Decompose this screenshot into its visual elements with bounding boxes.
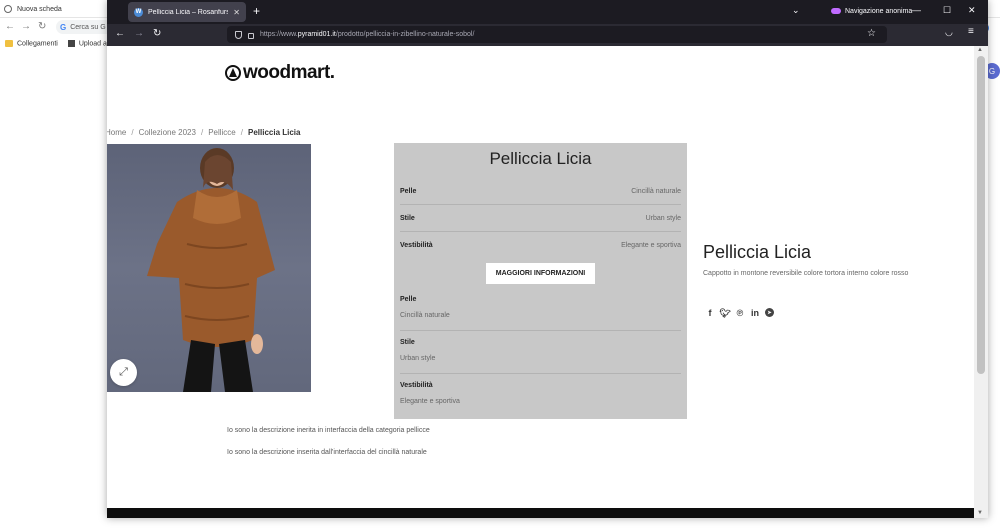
reload-button[interactable]: ↻: [153, 27, 161, 41]
background-omnibox-text: Cerca su G: [70, 23, 106, 31]
attribute-key: Stile: [400, 339, 415, 346]
telegram-icon[interactable]: ➤: [765, 308, 774, 317]
private-mask-icon: [831, 8, 841, 14]
back-button[interactable]: ←: [115, 27, 125, 41]
reload-icon[interactable]: ↻: [38, 21, 46, 33]
tracking-protection-shield-icon[interactable]: [235, 30, 242, 39]
logo-mark-icon: [225, 65, 241, 81]
attribute-key: Stile: [400, 215, 415, 222]
attribute-value: Elegante e sportiva: [400, 398, 460, 405]
list-tabs-icon[interactable]: ⌄: [792, 5, 800, 16]
new-tab-button[interactable]: +: [253, 4, 260, 18]
bookmark-star-icon[interactable]: ☆: [867, 27, 876, 41]
google-icon: G: [60, 22, 67, 32]
attribute-key: Pelle: [400, 296, 417, 303]
attribute-row: Pelle Cincillà naturale: [400, 178, 681, 205]
qr-code-icon: [67, 40, 75, 48]
chrome-tab-icon: [4, 5, 12, 13]
forward-button[interactable]: →: [134, 27, 144, 41]
minimize-button[interactable]: —: [912, 4, 921, 16]
back-arrow-icon[interactable]: ←: [5, 21, 15, 33]
private-browsing-label: Navigazione anonima: [845, 7, 913, 15]
product-title: Pelliccia Licia: [703, 242, 812, 262]
breadcrumb: Home / Collezione 2023 / Pellicce / Pell…: [107, 128, 300, 137]
hamburger-menu-icon[interactable]: ≡: [968, 26, 974, 37]
attribute-key: Vestibilità: [400, 242, 433, 249]
background-tab-title: Nuova scheda: [17, 5, 62, 13]
firefox-window: W Pelliccia Licia – Rosanfurs ✕ + ⌄ Navi…: [107, 0, 988, 518]
lock-icon[interactable]: [248, 32, 254, 39]
product-info-panel: Pelliccia Licia Pelle Cincillà naturale …: [394, 143, 687, 419]
attribute-value: Cincillà naturale: [400, 312, 450, 319]
bookmark-upload[interactable]: Upload an: [67, 40, 111, 48]
material-description: Io sono la descrizione inserita dall'int…: [227, 449, 427, 456]
product-image[interactable]: [107, 144, 311, 392]
forward-arrow-icon[interactable]: →: [21, 21, 31, 33]
stacked-attribute-row: Pelle Cincillà naturale: [400, 290, 681, 331]
stacked-attribute-row: Stile Urban style: [400, 333, 681, 374]
tab-title: Pelliccia Licia – Rosanfurs: [148, 8, 229, 16]
twitter-icon[interactable]: 🐦︎: [719, 308, 730, 318]
attribute-row: Vestibilità Elegante e sportiva: [400, 232, 681, 259]
model-in-fur-coat-illustration: [147, 148, 275, 392]
active-tab[interactable]: W Pelliccia Licia – Rosanfurs ✕: [128, 2, 246, 22]
close-tab-icon[interactable]: ✕: [233, 8, 240, 17]
folder-icon: [5, 40, 13, 48]
product-short-description: Cappotto in montone reversibile colore t…: [703, 270, 909, 277]
breadcrumb-current: Pelliccia Licia: [248, 128, 301, 137]
bookmark-collegamenti[interactable]: Collegamenti: [5, 40, 58, 48]
attribute-value: Urban style: [400, 355, 436, 362]
web-page: woodmart. Home / Collezione 2023 / Pelli…: [107, 46, 974, 508]
breadcrumb-collection[interactable]: Collezione 2023: [139, 128, 196, 137]
wordpress-icon: W: [134, 7, 143, 17]
url-text: https://www.pyramid01.it/prodotto/pellic…: [260, 31, 475, 38]
attribute-value: Cincillà naturale: [631, 188, 681, 195]
facebook-icon[interactable]: f: [705, 308, 715, 318]
scrollbar-thumb[interactable]: [977, 56, 985, 374]
scroll-up-arrow-icon[interactable]: ▲: [977, 47, 983, 53]
share-icons: f 🐦︎ ℗ in ➤: [705, 308, 774, 318]
breadcrumb-separator: /: [200, 128, 204, 137]
attribute-key: Pelle: [400, 188, 417, 195]
private-browsing-indicator: Navigazione anonima: [831, 4, 912, 18]
attribute-key: Vestibilità: [400, 382, 433, 389]
background-tab[interactable]: Nuova scheda: [4, 2, 62, 16]
page-footer-bar: [107, 508, 974, 518]
url-bar[interactable]: https://www.pyramid01.it/prodotto/pellic…: [227, 26, 887, 43]
pocket-icon[interactable]: ◡: [945, 27, 953, 38]
panel-title: Pelliccia Licia: [489, 149, 592, 168]
site-logo[interactable]: woodmart.: [225, 62, 335, 84]
pinterest-icon[interactable]: ℗: [735, 308, 745, 318]
firefox-tab-bar: W Pelliccia Licia – Rosanfurs ✕ + ⌄ Navi…: [107, 0, 988, 24]
breadcrumb-category[interactable]: Pellicce: [208, 128, 236, 137]
scroll-down-arrow-icon[interactable]: ▼: [977, 510, 983, 516]
breadcrumb-separator: /: [131, 128, 134, 137]
expand-icon: ⤢: [119, 366, 128, 378]
breadcrumb-separator: /: [240, 128, 243, 137]
attribute-row: Stile Urban style: [400, 205, 681, 232]
linkedin-icon[interactable]: in: [750, 308, 760, 318]
stacked-attribute-row: Vestibilità Elegante e sportiva: [400, 376, 681, 417]
attribute-value: Urban style: [645, 215, 681, 222]
close-window-button[interactable]: ✕: [968, 4, 976, 16]
attribute-value: Elegante e sportiva: [621, 242, 681, 249]
breadcrumb-home[interactable]: Home: [107, 128, 126, 137]
expand-image-button[interactable]: ⤢: [110, 359, 137, 386]
more-info-button[interactable]: MAGGIORI INFORMAZIONI: [486, 263, 595, 284]
logo-text: woodmart.: [243, 62, 335, 83]
maximize-button[interactable]: ☐: [943, 4, 951, 16]
category-description: Io sono la descrizione inerita in interf…: [227, 427, 430, 434]
